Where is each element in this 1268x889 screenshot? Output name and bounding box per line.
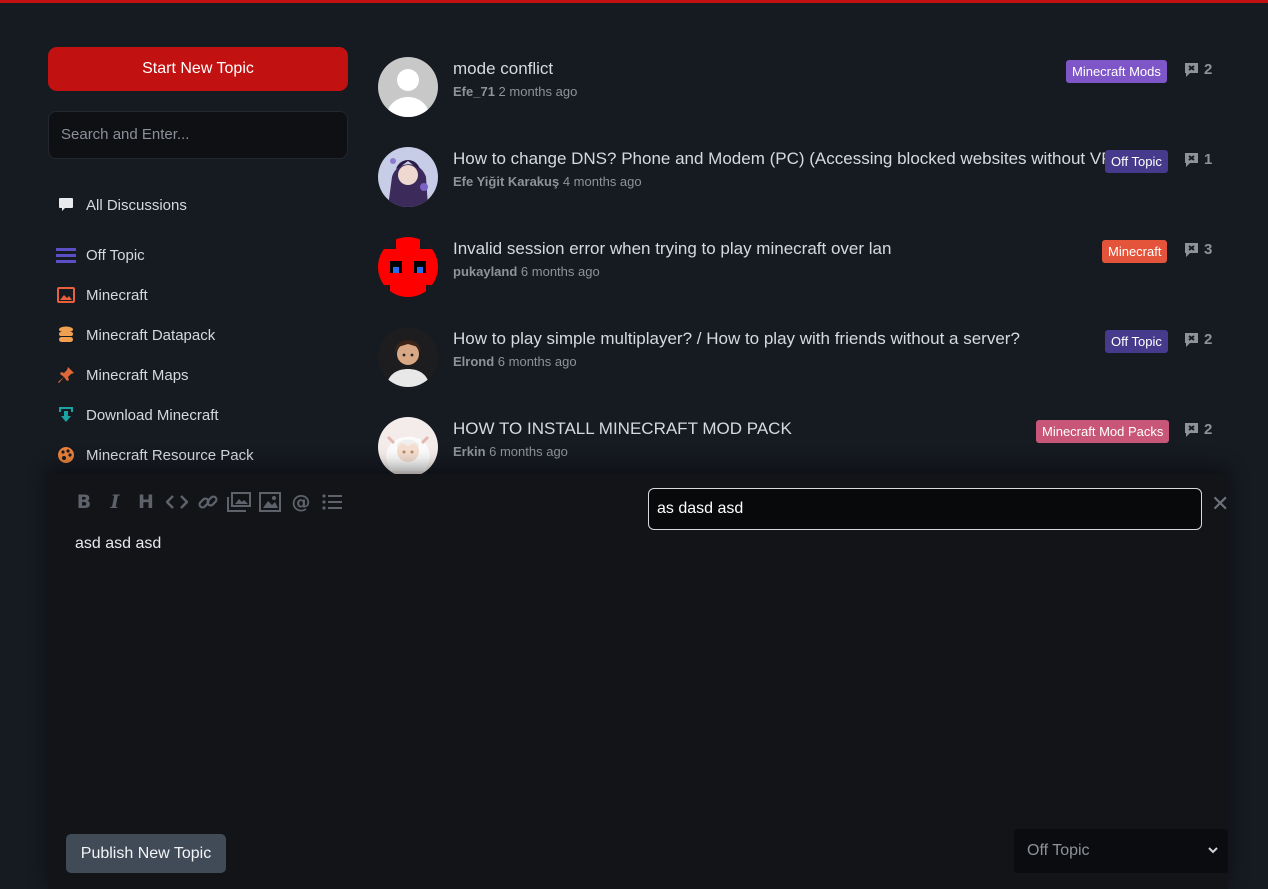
- sidebar-item-minecraft-resource-pack[interactable]: Minecraft Resource Pack: [48, 435, 348, 475]
- pin-icon: [56, 365, 76, 385]
- sidebar-nav: All Discussions Off Topic Minecraft Mine…: [48, 185, 348, 475]
- image-icon: [56, 285, 76, 305]
- topic-title-input[interactable]: as dasd asd: [648, 488, 1202, 530]
- discussion-row[interactable]: How to change DNS? Phone and Modem (PC) …: [378, 147, 1218, 237]
- editor-body[interactable]: asd asd asd: [75, 535, 161, 553]
- search-input[interactable]: Search and Enter...: [48, 111, 348, 159]
- chevron-down-icon: [1208, 829, 1218, 889]
- sidebar-item-minecraft-datapack[interactable]: Minecraft Datapack: [48, 315, 348, 355]
- discussion-title[interactable]: How to change DNS? Phone and Modem (PC) …: [453, 149, 1108, 169]
- discussion-meta: pukayland 6 months ago: [453, 264, 600, 279]
- discussion-title[interactable]: How to play simple multiplayer? / How to…: [453, 329, 1020, 349]
- timestamp: 4 months ago: [562, 174, 642, 189]
- sidebar-item-all-discussions[interactable]: All Discussions: [48, 185, 348, 225]
- reply-icon: [1185, 332, 1198, 347]
- editor-toolbar: B I H @: [72, 490, 344, 514]
- reply-count: 1: [1184, 151, 1212, 168]
- palette-icon: [56, 445, 76, 465]
- discussion-row[interactable]: How to play simple multiplayer? / How to…: [378, 327, 1218, 417]
- category-tag[interactable]: Minecraft: [1102, 240, 1168, 263]
- bold-icon[interactable]: B: [72, 490, 96, 514]
- discussion-title[interactable]: Invalid session error when trying to pla…: [453, 239, 891, 259]
- sidebar-item-minecraft[interactable]: Minecraft: [48, 275, 348, 315]
- code-icon[interactable]: [165, 490, 189, 514]
- discussion-meta: Elrond 6 months ago: [453, 354, 577, 369]
- sidebar: Start New Topic Search and Enter... All …: [48, 47, 348, 475]
- sidebar-item-label: All Discussions: [86, 196, 187, 214]
- reply-count: 2: [1184, 421, 1212, 438]
- reply-icon: [1185, 152, 1198, 167]
- sidebar-item-label: Minecraft: [86, 286, 148, 304]
- start-new-topic-button[interactable]: Start New Topic: [48, 47, 348, 91]
- image-upload-icon[interactable]: [258, 490, 282, 514]
- heading-icon[interactable]: H: [134, 490, 158, 514]
- sidebar-item-label: Minecraft Resource Pack: [86, 446, 254, 464]
- reply-count: 2: [1184, 61, 1212, 78]
- avatar[interactable]: [378, 327, 438, 387]
- reply-count: 3: [1184, 241, 1212, 258]
- sidebar-item-label: Download Minecraft: [86, 406, 219, 424]
- timestamp: 6 months ago: [497, 354, 577, 369]
- discussion-row[interactable]: mode conflict Efe_71 2 months ago Minecr…: [378, 57, 1218, 147]
- timestamp: 6 months ago: [489, 444, 568, 459]
- mention-icon[interactable]: @: [289, 490, 313, 514]
- sidebar-item-label: Minecraft Maps: [86, 366, 189, 384]
- category-tag[interactable]: Off Topic: [1105, 330, 1168, 353]
- reply-icon: [1185, 242, 1198, 257]
- category-tag[interactable]: Minecraft Mod Packs: [1036, 420, 1170, 443]
- category-tag[interactable]: Minecraft Mods: [1066, 60, 1167, 83]
- author-name[interactable]: Erkin: [453, 444, 486, 459]
- reply-icon: [1185, 422, 1198, 437]
- avatar[interactable]: [378, 417, 438, 477]
- new-topic-composer: B I H @ asd asd asd as dasd asd ✕ Publis…: [48, 474, 1229, 889]
- gallery-icon[interactable]: [227, 490, 251, 514]
- discussion-meta: Efe_71 2 months ago: [453, 84, 577, 99]
- category-select[interactable]: Off Topic: [1014, 829, 1228, 873]
- discussion-row[interactable]: Invalid session error when trying to pla…: [378, 237, 1218, 327]
- sidebar-item-label: Minecraft Datapack: [86, 326, 216, 344]
- italic-icon[interactable]: I: [103, 490, 127, 514]
- link-icon[interactable]: [196, 490, 220, 514]
- timestamp: 2 months ago: [498, 84, 578, 99]
- discussion-title[interactable]: mode conflict: [453, 59, 553, 79]
- publish-new-topic-button[interactable]: Publish New Topic: [66, 834, 226, 873]
- discussion-meta: Erkin 6 months ago: [453, 444, 568, 459]
- author-name[interactable]: pukayland: [453, 264, 517, 279]
- bars-icon: [56, 245, 76, 265]
- discussion-title[interactable]: HOW TO INSTALL MINECRAFT MOD PACK: [453, 419, 792, 439]
- timestamp: 6 months ago: [520, 264, 600, 279]
- category-select-value: Off Topic: [1027, 842, 1090, 859]
- avatar[interactable]: [378, 237, 438, 297]
- avatar[interactable]: [378, 57, 438, 117]
- download-icon: [56, 405, 76, 425]
- list-icon[interactable]: [320, 490, 344, 514]
- reply-count: 2: [1184, 331, 1212, 348]
- avatar[interactable]: [378, 147, 438, 207]
- author-name[interactable]: Elrond: [453, 354, 494, 369]
- discussion-meta: Efe Yiğit Karakuş 4 months ago: [453, 174, 642, 189]
- sidebar-item-label: Off Topic: [86, 246, 145, 264]
- sidebar-item-download-minecraft[interactable]: Download Minecraft: [48, 395, 348, 435]
- database-icon: [56, 325, 76, 345]
- sidebar-item-off-topic[interactable]: Off Topic: [48, 235, 348, 275]
- reply-icon: [1185, 62, 1198, 77]
- author-name[interactable]: Efe_71: [453, 84, 495, 99]
- category-tag[interactable]: Off Topic: [1105, 150, 1168, 173]
- discussion-list: mode conflict Efe_71 2 months ago Minecr…: [378, 57, 1218, 507]
- sidebar-item-minecraft-maps[interactable]: Minecraft Maps: [48, 355, 348, 395]
- top-accent-bar: [0, 0, 1268, 3]
- chat-bubble-icon: [56, 195, 76, 215]
- close-icon[interactable]: ✕: [1211, 491, 1229, 517]
- author-name[interactable]: Efe Yiğit Karakuş: [453, 174, 559, 189]
